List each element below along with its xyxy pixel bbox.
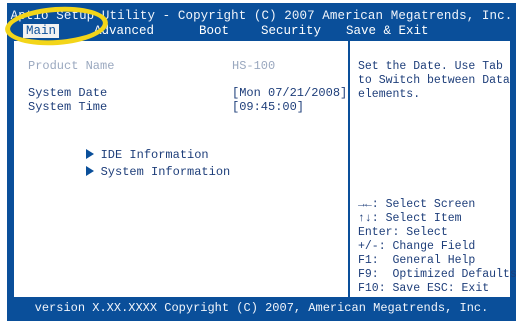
- tab-save-exit[interactable]: Save & Exit: [346, 24, 429, 38]
- bios-window: Aptio Setup Utility - Copyright (C) 2007…: [7, 3, 517, 321]
- tab-main[interactable]: Main: [23, 24, 60, 38]
- system-time-label[interactable]: System Time: [28, 100, 107, 114]
- menu-bar: Main Advanced Boot Security Save & Exit: [13, 24, 509, 38]
- bios-title: Aptio Setup Utility - Copyright (C) 2007…: [10, 9, 513, 23]
- tab-boot[interactable]: Boot: [199, 24, 229, 38]
- footer-version: version X.XX.XXXX Copyright (C) 2007, Am…: [34, 301, 489, 315]
- help-line: Set the Date. Use Tab: [358, 60, 503, 73]
- main-panel: Product Name HS-100 System Date [Mon 07/…: [13, 40, 517, 298]
- help-line: to Switch between Data: [358, 74, 510, 87]
- system-time-field[interactable]: [09:45:00]: [232, 100, 304, 114]
- key-legend: →←: Select Screen ↑↓: Select Item Enter:…: [358, 198, 517, 296]
- key-select-item: ↑↓: Select Item: [358, 212, 462, 225]
- key-optimized-defaults: F9: Optimized Defaults: [358, 268, 517, 281]
- tab-advanced[interactable]: Advanced: [94, 24, 154, 38]
- product-name-value: HS-100: [232, 59, 276, 73]
- settings-list: Product Name HS-100 System Date [Mon 07/…: [14, 41, 348, 297]
- submenu-label: System Information: [100, 165, 231, 179]
- key-save-exit: F10: Save ESC: Exit: [358, 282, 490, 295]
- tab-security[interactable]: Security: [261, 24, 321, 38]
- help-text: Set the Date. Use Tab to Switch between …: [358, 60, 510, 102]
- key-select-screen: →←: Select Screen: [358, 198, 476, 211]
- key-general-help: F1: General Help: [358, 254, 476, 267]
- panel-divider: [348, 41, 350, 297]
- system-date-label[interactable]: System Date: [28, 86, 107, 100]
- product-name-label: Product Name: [28, 59, 115, 73]
- submenu-system-information[interactable]: System Information: [28, 151, 230, 193]
- system-date-field[interactable]: [Mon 07/21/2008]: [232, 86, 347, 100]
- help-line: elements.: [358, 88, 421, 101]
- key-change-field: +/-: Change Field: [358, 240, 476, 253]
- key-enter-select: Enter: Select: [358, 226, 448, 239]
- triangle-right-icon: [85, 166, 94, 176]
